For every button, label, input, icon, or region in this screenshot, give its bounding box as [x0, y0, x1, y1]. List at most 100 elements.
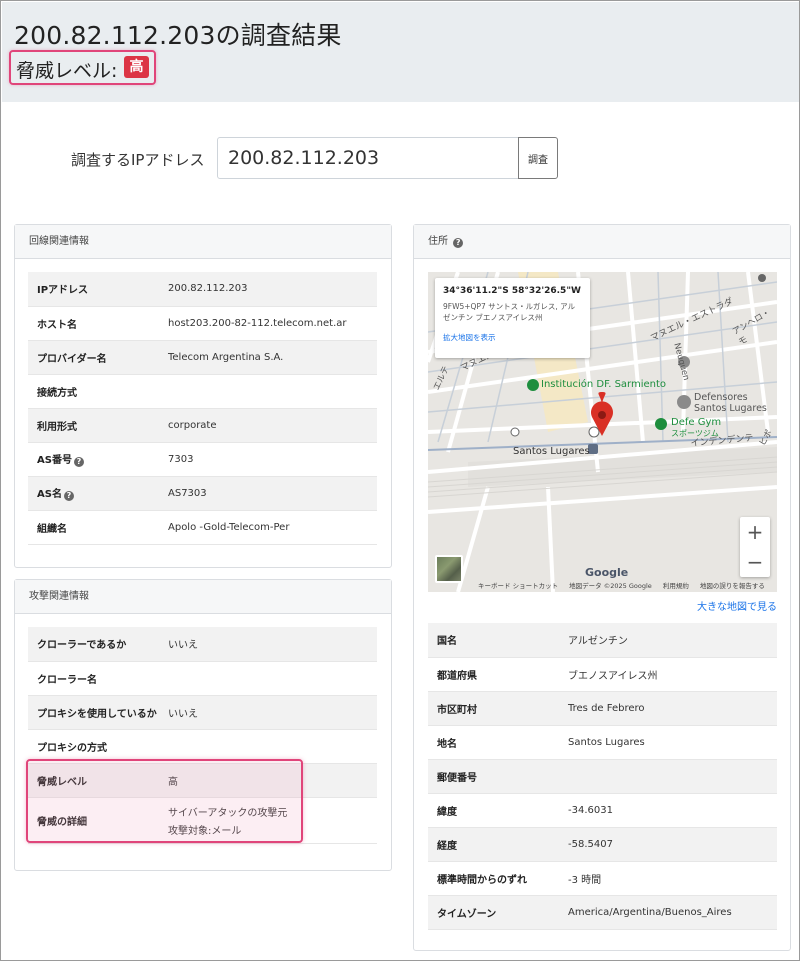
table-row: AS番号? 7303: [28, 442, 377, 476]
row-key: プロキシの方式: [37, 742, 107, 754]
big-map-link[interactable]: 大きな地図で見る: [697, 598, 777, 613]
row-key: 経度: [437, 840, 457, 852]
table-row: 都道府県 ブエノスアイレス州: [428, 657, 777, 691]
zoom-in-button[interactable]: +: [740, 517, 770, 547]
help-icon[interactable]: ?: [73, 457, 84, 467]
row-value-cell: -3 時間: [568, 861, 777, 895]
table-row: AS名? AS7303: [28, 476, 377, 510]
enlarge-map-link[interactable]: 拡大地図を表示: [443, 332, 582, 343]
row-key-cell: 市区町村: [428, 691, 568, 725]
row-value: Tres de Febrero: [568, 702, 645, 714]
page-frame: 200.82.112.203の調査結果 脅威レベル: 高 調査するIPアドレス …: [0, 0, 800, 961]
row-value-cell: [168, 729, 377, 763]
row-key-cell: プロキシを使用しているか: [28, 695, 168, 729]
row-value-cell: [168, 374, 377, 408]
row-value-cell: アルゼンチン: [568, 623, 777, 657]
row-value: 200.82.112.203: [168, 283, 248, 295]
row-key: 郵便番号: [437, 772, 477, 784]
keyboard-shortcuts-link[interactable]: キーボード ショートカット: [478, 582, 558, 590]
row-key: 地名: [437, 738, 457, 750]
row-value-cell: America/Argentina/Buenos_Aires: [568, 895, 777, 929]
row-key: プロバイダー名: [37, 353, 107, 365]
help-icon[interactable]: ?: [453, 238, 464, 248]
map-label-place1: Institución DF. Sarmiento: [541, 379, 667, 390]
row-value: corporate: [168, 419, 217, 431]
row-value: AS7303: [168, 487, 207, 499]
row-value-cell: 7303: [168, 442, 377, 476]
ip-address-input[interactable]: [217, 137, 519, 179]
row-key-cell: タイムゾーン: [428, 895, 568, 929]
row-value-cell: 200.82.112.203: [168, 272, 377, 306]
row-value: America/Argentina/Buenos_Aires: [568, 906, 732, 918]
row-key-cell: プロキシの方式: [28, 729, 168, 763]
google-logo: Google: [585, 566, 629, 579]
row-value-cell: host203.200-82-112.telecom.net.ar: [168, 306, 377, 340]
attack-info-card-title: 攻撃関連情報: [15, 580, 391, 614]
row-value-cell: いいえ: [168, 627, 377, 661]
zoom-out-button[interactable]: −: [740, 547, 770, 577]
row-value: -34.6031: [568, 804, 613, 816]
threat-level-summary: 脅威レベル: 高: [9, 50, 156, 85]
table-row: 地名 Santos Lugares: [428, 725, 777, 759]
row-value-cell: いいえ: [168, 695, 377, 729]
map-label-station: Santos Lugares: [513, 446, 590, 457]
search-button[interactable]: 調査: [518, 137, 558, 179]
row-key-cell: プロバイダー名: [28, 340, 168, 374]
page-title: 200.82.112.203の調査結果: [14, 21, 342, 50]
table-row: 利用形式 corporate: [28, 408, 377, 442]
row-value-cell: [168, 661, 377, 695]
row-key-cell: 地名: [428, 725, 568, 759]
map-data-attribution: 地図データ ©2025 Google: [569, 582, 652, 590]
google-map[interactable]: Institución DF. Sarmiento Defensores San…: [428, 272, 777, 592]
table-row: 郵便番号: [428, 759, 777, 793]
row-value-cell: Santos Lugares: [568, 725, 777, 759]
row-value: いいえ: [168, 640, 198, 652]
row-key: AS名: [37, 489, 62, 500]
threat-level-badge: 高: [124, 56, 149, 78]
table-row: クローラー名: [28, 661, 377, 695]
table-row: クローラーであるか いいえ: [28, 627, 377, 661]
row-value: -58.5407: [568, 838, 613, 850]
row-key-cell: 緯度: [428, 793, 568, 827]
row-key: 国名: [437, 636, 457, 648]
row-value: 7303: [168, 453, 194, 465]
map-info-popup: 34°36'11.2"S 58°32'26.5"W 9FW5+QP7 サントス・…: [435, 278, 590, 358]
popup-address: 9FW5+QP7 サントス・ルガレス, アルゼンチン ブエノスアイレス州: [443, 302, 576, 322]
table-row: プロキシを使用しているか いいえ: [28, 695, 377, 729]
page-header: 200.82.112.203の調査結果 脅威レベル: 高: [2, 2, 799, 102]
map-footer: キーボード ショートカット 地図データ ©2025 Google 利用規約 地図…: [478, 580, 774, 590]
row-value: いいえ: [168, 708, 198, 720]
row-key: 利用形式: [37, 421, 77, 433]
line-info-card-title: 回線関連情報: [15, 225, 391, 259]
row-value-cell: -58.5407: [568, 827, 777, 861]
report-error-link[interactable]: 地図の誤りを報告する: [700, 582, 765, 590]
row-key-cell: 接続方式: [28, 374, 168, 408]
help-icon[interactable]: ?: [63, 491, 74, 501]
address-info-table: 国名 アルゼンチン都道府県 ブエノスアイレス州 市区町村 Tres de Febrero…: [428, 623, 777, 930]
row-key-cell: 組織名: [28, 510, 168, 544]
table-row: プロバイダー名 Telecom Argentina S.A.: [28, 340, 377, 374]
row-key: IPアドレス: [37, 285, 89, 297]
map-label-place2b: Santos Lugares: [694, 403, 767, 414]
map-label-place3: Defe Gym: [671, 417, 722, 428]
map-zoom-control: + −: [740, 517, 770, 577]
row-key: ホスト名: [37, 319, 77, 331]
row-key-cell: 経度: [428, 827, 568, 861]
satellite-view-toggle[interactable]: [435, 555, 463, 583]
row-value-cell: corporate: [168, 408, 377, 442]
map-label-place2: Defensores: [694, 392, 748, 403]
popup-coordinates: 34°36'11.2"S 58°32'26.5"W: [443, 286, 581, 296]
row-key-cell: 国名: [428, 623, 568, 657]
row-value: host203.200-82-112.telecom.net.ar: [168, 317, 347, 329]
row-key-cell: クローラー名: [28, 661, 168, 695]
threat-highlight-box: [26, 759, 303, 843]
row-key-cell: IPアドレス: [28, 272, 168, 306]
terms-link[interactable]: 利用規約: [663, 582, 689, 590]
row-value-cell: AS7303: [168, 476, 377, 510]
row-key: クローラーであるか: [37, 640, 127, 652]
row-key-cell: AS名?: [28, 476, 168, 510]
row-key-cell: 都道府県: [428, 657, 568, 691]
row-key: 都道府県: [437, 670, 477, 682]
row-value: ブエノスアイレス州: [568, 670, 658, 682]
row-key: プロキシを使用しているか: [37, 708, 157, 720]
